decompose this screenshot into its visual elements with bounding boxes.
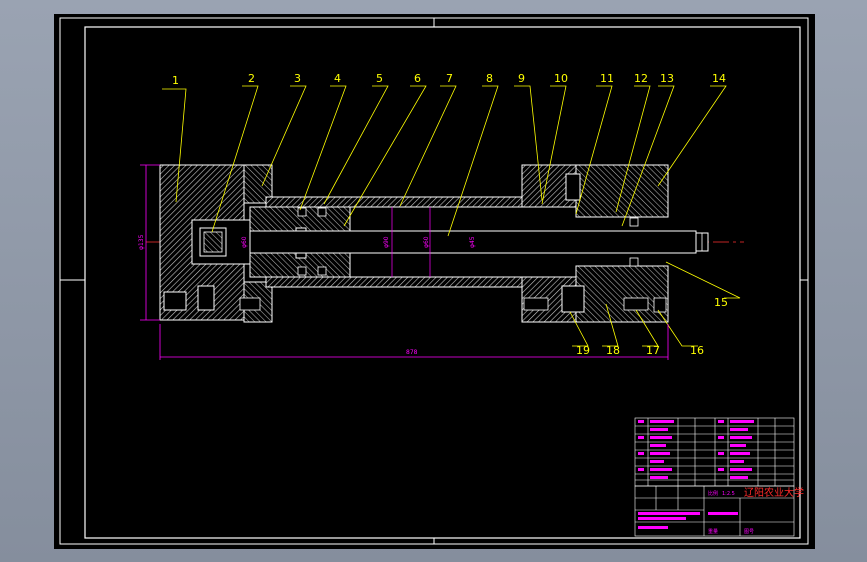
part-label-10: 10 — [554, 72, 568, 85]
part-label-1: 1 — [172, 74, 179, 87]
part-label-2: 2 — [248, 72, 255, 85]
cylinder-assembly-drawing: 1 2 3 4 5 6 7 8 9 10 11 12 13 14 15 16 1… — [59, 17, 809, 545]
part-label-16: 16 — [690, 344, 704, 357]
flange-diameter-dimension: φ135 — [138, 234, 145, 250]
part-label-7: 7 — [446, 72, 453, 85]
part-label-9: 9 — [518, 72, 525, 85]
part-label-11: 11 — [600, 72, 614, 85]
sheet-label: 图号 — [744, 529, 754, 535]
scale-label: 比例 — [708, 490, 718, 497]
part-label-3: 3 — [294, 72, 301, 85]
rod-diameter-dimension: φ45 — [469, 236, 476, 248]
part-label-18: 18 — [606, 344, 620, 357]
overall-length-dimension: 878 — [406, 349, 418, 356]
part-label-4: 4 — [334, 72, 341, 85]
scale-value: 1:2.5 — [722, 491, 735, 497]
diameter-b-dimension: φ90 — [383, 236, 390, 248]
left-end-cap — [159, 164, 253, 321]
part-label-8: 8 — [486, 72, 493, 85]
part-label-13: 13 — [660, 72, 674, 85]
part-label-17: 17 — [646, 344, 660, 357]
diameter-a-dimension: φ60 — [241, 236, 248, 248]
part-label-12: 12 — [634, 72, 648, 85]
cad-viewport[interactable]: 1 2 3 4 5 6 7 8 9 10 11 12 13 14 15 16 1… — [0, 0, 867, 562]
drawing-sheet: 1 2 3 4 5 6 7 8 9 10 11 12 13 14 15 16 1… — [54, 14, 815, 549]
diameter-c-dimension: φ60 — [423, 236, 430, 248]
parts-list-entries — [638, 420, 754, 479]
part-label-15: 15 — [714, 296, 728, 309]
part-label-5: 5 — [376, 72, 383, 85]
title-block-fill — [638, 512, 738, 529]
part-label-14: 14 — [712, 72, 726, 85]
weight-label: 重量 — [708, 528, 718, 535]
part-label-19: 19 — [576, 344, 590, 357]
part-label-6: 6 — [414, 72, 421, 85]
school-name: 辽阳农业大学 — [744, 486, 804, 499]
